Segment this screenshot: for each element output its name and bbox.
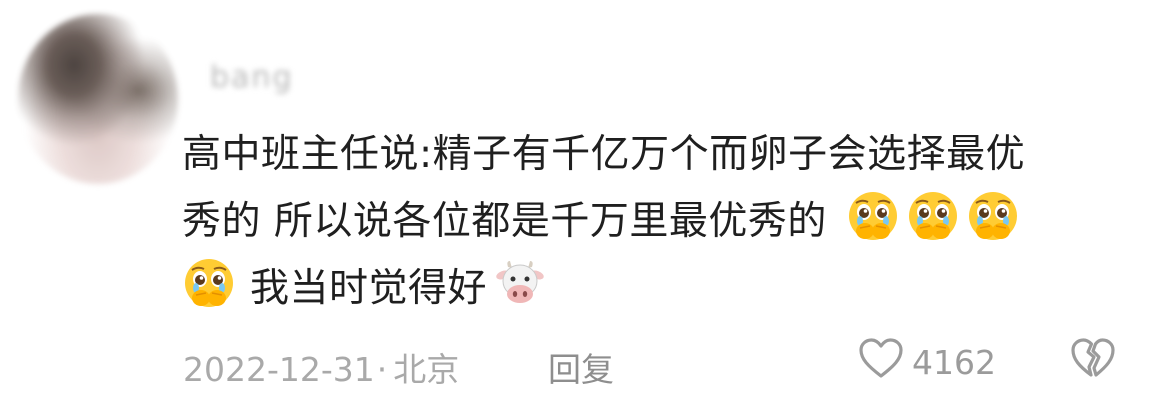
pleading-face-hands-emoji-icon bbox=[966, 190, 1020, 244]
pleading-face-hands-emoji-icon bbox=[906, 190, 960, 244]
comment-footer: 2022-12-31· 北京 回复 4162 bbox=[183, 337, 1133, 389]
dislike-button[interactable] bbox=[1070, 337, 1116, 387]
separator-dot: · bbox=[376, 350, 388, 389]
broken-heart-icon bbox=[1070, 338, 1116, 387]
pleading-face-hands-emoji-icon bbox=[846, 190, 900, 244]
like-button[interactable]: 4162 bbox=[858, 337, 996, 387]
username[interactable]: bang bbox=[210, 60, 293, 95]
comment-meta: 2022-12-31· 北京 bbox=[183, 343, 459, 391]
reply-button[interactable]: 回复 bbox=[548, 343, 614, 391]
comment-date: 2022-12-31 bbox=[183, 350, 375, 389]
avatar[interactable] bbox=[18, 14, 178, 184]
comment-line-3: 我当时觉得好 bbox=[250, 266, 488, 311]
pleading-face-hands-emoji-icon bbox=[182, 257, 236, 311]
comment-line-2: 秀的 所以说各位都是千万里最优秀的 bbox=[182, 199, 827, 244]
heart-icon bbox=[858, 337, 904, 387]
comment-location: 北京 bbox=[393, 350, 460, 389]
comment-text: 高中班主任说:精子有千亿万个而卵子会选择最优 秀的 所以说各位都是千万里最优秀的 bbox=[182, 121, 1132, 322]
cow-face-icon bbox=[493, 257, 547, 311]
like-count: 4162 bbox=[912, 342, 996, 382]
comment-line-1: 高中班主任说:精子有千亿万个而卵子会选择最优 bbox=[182, 132, 1026, 177]
